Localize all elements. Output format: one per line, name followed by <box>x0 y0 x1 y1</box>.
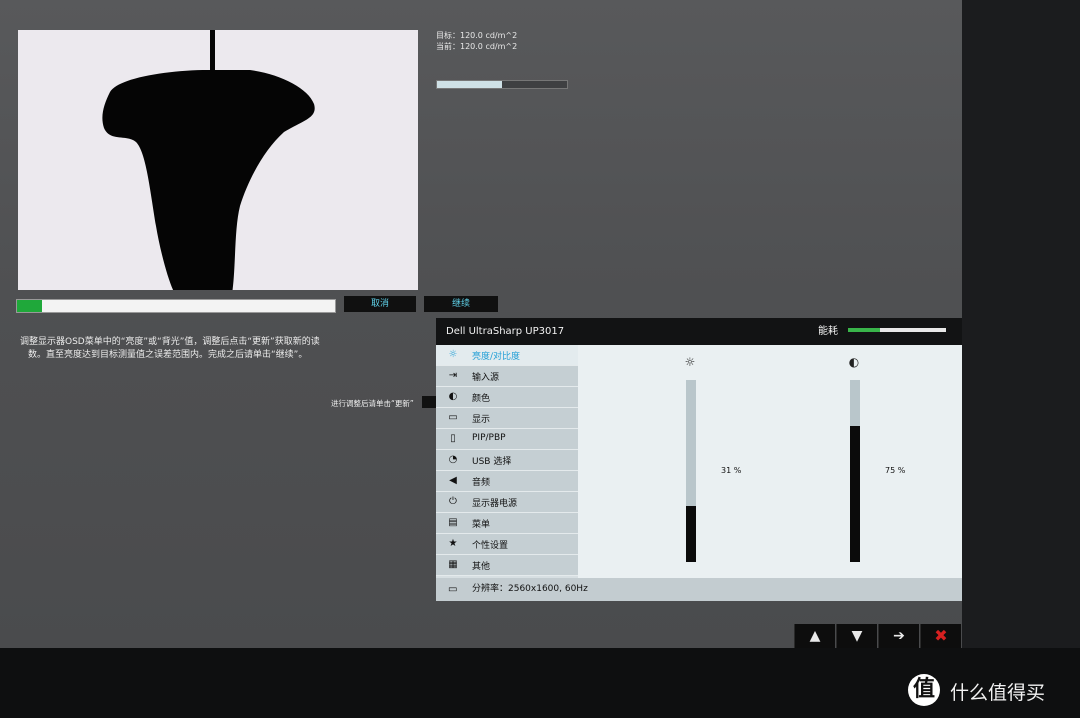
target-value: 目标：120.0 cd/m^2 <box>436 31 518 40</box>
contrast-value: 75 % <box>885 466 906 475</box>
match-indicator <box>436 80 568 89</box>
menu-item-label: 个性设置 <box>472 541 509 551</box>
mouse-icon: ◔ <box>448 454 458 465</box>
menu-item-pip-pbp[interactable]: ▯ PIP/PBP <box>436 429 578 450</box>
menu-item-usb-select[interactable]: ◔ USB 选择 <box>436 450 578 471</box>
brightness-slider-fill <box>686 505 696 562</box>
update-button[interactable] <box>422 396 436 408</box>
calibration-progress-fill <box>17 300 43 312</box>
menu-item-brightness-contrast[interactable]: ☼ 亮度/对比度 <box>436 345 578 366</box>
brightness-icon: ☼ <box>684 355 696 369</box>
brightness-icon: ☼ <box>448 349 458 360</box>
menu-item-monitor-power[interactable]: ⏻ 显示器电源 <box>436 492 578 513</box>
osd-header: Dell UltraSharp UP3017 能耗 <box>436 318 964 345</box>
pip-pbp-icon: ▯ <box>450 433 456 444</box>
menu-item-label: 显示 <box>472 415 491 425</box>
watermark-text: 什么值得买 <box>950 682 1046 704</box>
menu-item-label: PIP/PBP <box>472 433 506 443</box>
menu-item-label: USB 选择 <box>472 457 512 467</box>
menu-item-label: 输入源 <box>472 373 500 383</box>
nav-close-button[interactable]: ✖ <box>920 624 961 648</box>
speaker-icon: ◀ <box>449 475 457 486</box>
brightness-value: 31 % <box>721 466 742 475</box>
energy-label: 能耗 <box>818 326 838 337</box>
menu-item-label: 显示器电源 <box>472 499 518 509</box>
monitor-bezel <box>962 0 1080 648</box>
resolution-text: 分辨率：2560x1600, 60Hz <box>472 584 588 594</box>
instruction-line: 调整显示器OSD菜单中的“亮度”或“背光”值，调整后点击“更新”获取新的读 <box>20 337 320 347</box>
calibration-progress-bar <box>16 299 336 313</box>
osd-menu-window: Dell UltraSharp UP3017 能耗 ☼ 亮度/对比度 ⇥ 输入源… <box>436 318 964 601</box>
menu-item-input-source[interactable]: ⇥ 输入源 <box>436 366 578 387</box>
menu-item-label: 颜色 <box>472 394 491 404</box>
resolution-icon: ▭ <box>448 584 458 595</box>
brightness-slider[interactable] <box>686 380 696 562</box>
update-hint: 进行调整后请单击“更新” <box>331 399 414 408</box>
menu-icon: ▤ <box>448 517 458 528</box>
contrast-slider[interactable] <box>850 380 860 562</box>
monitor-model: Dell UltraSharp UP3017 <box>446 326 565 337</box>
menu-item-label: 菜单 <box>472 520 491 530</box>
menu-item-audio[interactable]: ◀ 音频 <box>436 471 578 492</box>
continue-button[interactable]: 继续 <box>424 296 498 312</box>
display-icon: ▭ <box>448 412 458 423</box>
nav-up-button[interactable]: ▲ <box>794 624 835 648</box>
power-icon: ⏻ <box>449 496 457 507</box>
nav-down-button[interactable]: ▼ <box>836 624 877 648</box>
monitor-screen: 目标：120.0 cd/m^2 当前：120.0 cd/m^2 取消 继续 调整… <box>0 0 964 648</box>
osd-status-bar: ▭ 分辨率：2560x1600, 60Hz <box>436 578 964 601</box>
energy-meter <box>848 328 946 332</box>
nav-right-button[interactable]: ➔ <box>878 624 919 648</box>
others-icon: ▦ <box>448 559 458 570</box>
color-icon: ◐ <box>448 391 458 402</box>
cancel-button[interactable]: 取消 <box>344 296 416 312</box>
match-indicator-fill <box>437 81 502 88</box>
input-source-icon: ⇥ <box>448 370 458 381</box>
calibration-sensor-window <box>18 30 418 290</box>
energy-meter-fill <box>848 328 881 332</box>
menu-item-display[interactable]: ▭ 显示 <box>436 408 578 429</box>
calibration-instructions: 调整显示器OSD菜单中的“亮度”或“背光”值，调整后点击“更新”获取新的读 数。… <box>20 336 350 362</box>
menu-item-personalize[interactable]: ★ 个性设置 <box>436 534 578 555</box>
watermark-logo-icon: 值 <box>908 674 940 706</box>
instruction-line: 数。直至亮度达到目标测量值之误差范围内。完成之后请单击“继续”。 <box>28 350 308 360</box>
menu-item-others[interactable]: ▦ 其他 <box>436 555 578 576</box>
menu-item-label: 音频 <box>472 478 491 488</box>
brightness-contrast-panel: ☼ 31 % ◐ 75 % <box>578 345 964 578</box>
current-value: 当前：120.0 cd/m^2 <box>436 42 518 51</box>
measurement-readout: 目标：120.0 cd/m^2 当前：120.0 cd/m^2 <box>436 30 517 52</box>
menu-item-label: 亮度/对比度 <box>472 352 521 362</box>
star-icon: ★ <box>448 538 458 549</box>
menu-item-menu[interactable]: ▤ 菜单 <box>436 513 578 534</box>
menu-item-label: 其他 <box>472 562 491 572</box>
menu-item-color[interactable]: ◐ 颜色 <box>436 387 578 408</box>
colorimeter-sensor-silhouette <box>102 70 315 290</box>
contrast-slider-fill <box>850 425 860 562</box>
contrast-icon: ◐ <box>848 355 860 369</box>
osd-menu-list: ☼ 亮度/对比度 ⇥ 输入源 ◐ 颜色 ▭ 显示 ▯ PIP/PBP ◔ USB… <box>436 345 578 578</box>
